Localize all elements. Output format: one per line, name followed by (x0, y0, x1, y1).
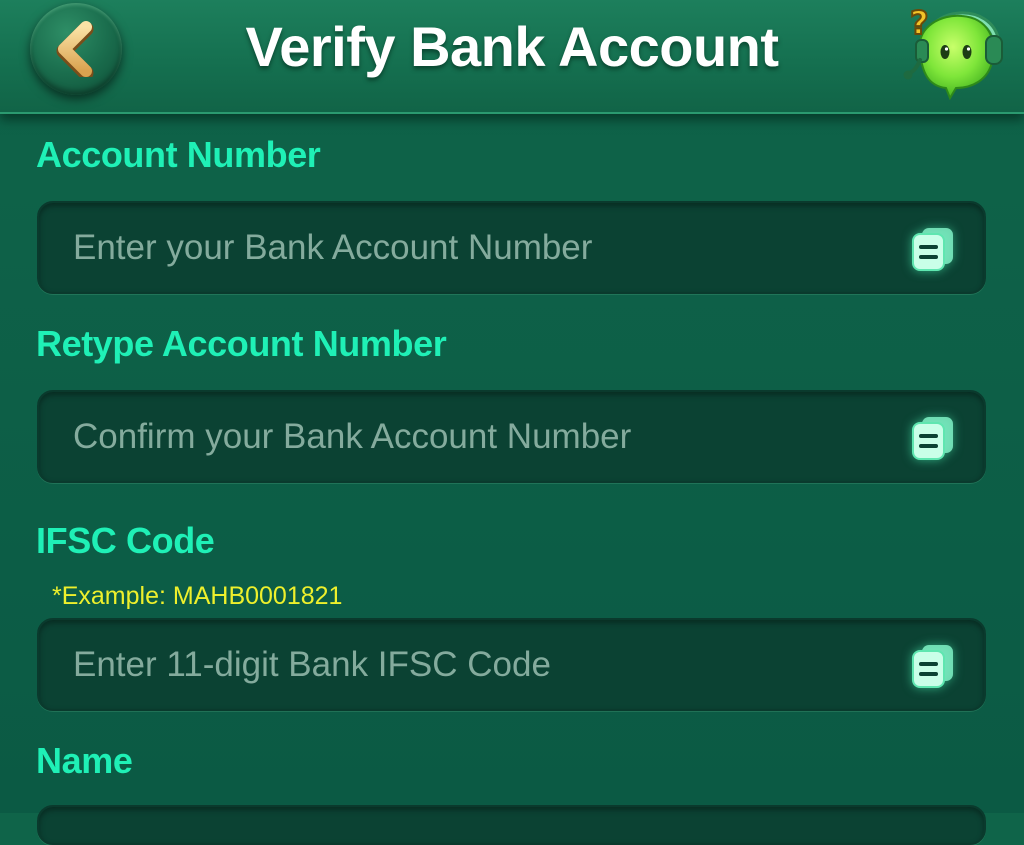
copy-icon[interactable] (909, 413, 957, 461)
account-number-input[interactable] (73, 203, 893, 292)
retype-account-number-field[interactable] (37, 390, 986, 483)
account-number-label: Account Number (36, 134, 321, 175)
page-title: Verify Bank Account (245, 15, 779, 78)
copy-icon[interactable] (909, 641, 957, 689)
account-number-field[interactable] (37, 201, 986, 294)
support-avatar-button[interactable]: ? (898, 0, 1008, 101)
retype-account-number-input[interactable] (73, 392, 893, 481)
support-agent-icon: ? (903, 3, 1003, 101)
chevron-left-icon (56, 21, 94, 77)
header-bar: Verify Bank Account ? (0, 0, 1024, 114)
ifsc-code-input[interactable] (73, 620, 893, 709)
question-mark: ? (910, 4, 929, 42)
retype-account-number-label: Retype Account Number (36, 323, 447, 364)
ifsc-example-hint: *Example: MAHB0001821 (52, 582, 343, 610)
ifsc-code-label: IFSC Code (36, 520, 215, 561)
back-button[interactable] (30, 3, 122, 95)
ifsc-code-field[interactable] (37, 618, 986, 711)
copy-icon[interactable] (909, 224, 957, 272)
name-field[interactable] (37, 805, 986, 845)
name-label: Name (36, 740, 133, 781)
